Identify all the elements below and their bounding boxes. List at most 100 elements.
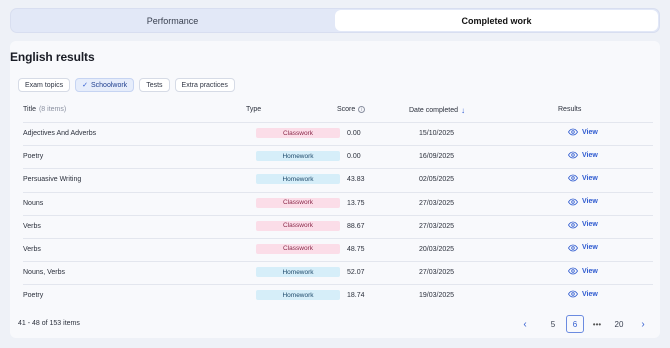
tab-performance[interactable]: Performance bbox=[11, 9, 334, 32]
page-title: English results bbox=[10, 50, 95, 64]
column-type-label: Type bbox=[246, 106, 262, 113]
page-20[interactable]: 20 bbox=[610, 315, 628, 333]
eye-icon bbox=[568, 174, 578, 182]
view-link[interactable]: View bbox=[568, 267, 598, 275]
view-label: View bbox=[582, 290, 598, 298]
row-date: 27/03/2025 bbox=[419, 199, 455, 207]
view-link[interactable]: View bbox=[568, 198, 598, 206]
row-date: 19/03/2025 bbox=[419, 292, 455, 300]
type-badge: Classwork bbox=[256, 220, 340, 231]
column-score: Score i bbox=[337, 106, 366, 113]
eye-icon bbox=[568, 244, 578, 252]
column-type: Type bbox=[246, 106, 261, 113]
view-label: View bbox=[582, 244, 598, 252]
table-footer: 41 - 48 of 153 items ‹ 5 6 ••• 20 › bbox=[18, 315, 652, 333]
filter-exam-topics[interactable]: Exam topics bbox=[18, 78, 71, 92]
filter-tests[interactable]: Tests bbox=[139, 78, 170, 92]
item-range: 41 - 48 of 153 items bbox=[18, 320, 80, 327]
table-row: Nouns Classwork 13.75 27/03/2025 View bbox=[23, 191, 653, 215]
row-date: 20/03/2025 bbox=[419, 245, 455, 253]
row-date: 16/09/2025 bbox=[419, 153, 455, 161]
row-score: 18.74 bbox=[347, 292, 365, 300]
table-row: Nouns, Verbs Homework 52.07 27/03/2025 View bbox=[23, 261, 653, 284]
eye-icon bbox=[568, 198, 578, 205]
view-label: View bbox=[582, 174, 598, 182]
filter-extra-practices[interactable]: Extra practices bbox=[174, 78, 235, 92]
table-row: Adjectives And Adverbs Classwork 0.00 15/10… bbox=[23, 122, 653, 145]
eye-icon bbox=[568, 267, 578, 275]
info-icon[interactable]: i bbox=[358, 106, 366, 113]
row-title: Poetry bbox=[23, 292, 44, 300]
row-date: 15/10/2025 bbox=[419, 130, 455, 137]
type-badge: Classwork bbox=[256, 197, 340, 208]
view-label: View bbox=[582, 151, 598, 159]
item-count: (8 items) bbox=[38, 106, 67, 113]
type-badge: Homework bbox=[256, 267, 340, 278]
filter-label: Exam topics bbox=[25, 81, 64, 89]
row-title: Nouns bbox=[23, 199, 44, 207]
row-date: 02/05/2025 bbox=[419, 176, 455, 184]
table-body: Adjectives And Adverbs Classwork 0.00 15/10… bbox=[23, 122, 653, 308]
next-page-icon[interactable]: › bbox=[634, 315, 652, 333]
row-title: Verbs bbox=[23, 222, 41, 230]
row-score: 13.75 bbox=[347, 199, 365, 207]
column-title-label: Title bbox=[23, 106, 36, 113]
row-score: 0.00 bbox=[347, 130, 361, 137]
row-score: 52.07 bbox=[347, 269, 365, 277]
eye-icon bbox=[568, 290, 578, 298]
eye-icon bbox=[568, 128, 578, 136]
column-date-label: Date completed bbox=[409, 107, 459, 114]
view-tabs: Performance Completed work bbox=[10, 8, 660, 33]
table-row: Poetry Homework 18.74 19/03/2025 View bbox=[23, 284, 653, 307]
view-link[interactable]: View bbox=[568, 151, 598, 159]
row-title: Nouns, Verbs bbox=[23, 269, 66, 277]
page-5[interactable]: 5 bbox=[544, 315, 562, 333]
view-label: View bbox=[582, 198, 598, 206]
type-badge: Classwork bbox=[256, 128, 340, 138]
filter-chips: Exam topics ✓ Schoolwork Tests Extra prac… bbox=[18, 78, 235, 92]
row-title: Verbs bbox=[23, 245, 41, 253]
filter-label: Tests bbox=[146, 81, 163, 89]
table-row: Verbs Classwork 88.67 27/03/2025 View bbox=[23, 214, 653, 238]
type-badge: Homework bbox=[256, 151, 340, 162]
check-icon: ✓ bbox=[82, 82, 88, 89]
row-score: 0.00 bbox=[347, 153, 361, 161]
view-label: View bbox=[582, 128, 598, 136]
table-header: Title (8 items) Type Score i Date comple… bbox=[23, 104, 653, 118]
column-title: Title (8 items) bbox=[23, 106, 66, 113]
type-badge: Homework bbox=[256, 290, 340, 301]
filter-label: Extra practices bbox=[181, 81, 228, 89]
view-link[interactable]: View bbox=[568, 128, 598, 136]
eye-icon bbox=[568, 221, 578, 229]
view-link[interactable]: View bbox=[568, 290, 598, 298]
row-date: 27/03/2025 bbox=[419, 269, 455, 277]
eye-icon bbox=[568, 151, 578, 159]
table-row: Persuasive Writing Homework 43.83 02/05/202… bbox=[23, 168, 653, 191]
row-score: 43.83 bbox=[347, 176, 365, 184]
row-title: Persuasive Writing bbox=[23, 176, 82, 184]
table-row: Poetry Homework 0.00 16/09/2025 View bbox=[23, 145, 653, 168]
row-score: 48.75 bbox=[347, 245, 365, 253]
view-link[interactable]: View bbox=[568, 221, 598, 229]
view-label: View bbox=[582, 267, 598, 275]
prev-page-icon[interactable]: ‹ bbox=[516, 315, 534, 333]
table-row: Verbs Classwork 48.75 20/03/2025 View bbox=[23, 237, 653, 261]
row-title: Adjectives And Adverbs bbox=[23, 130, 97, 137]
column-results: Results bbox=[558, 106, 581, 113]
sort-down-icon[interactable]: ↓ bbox=[461, 106, 465, 115]
tab-completed-work[interactable]: Completed work bbox=[335, 10, 658, 31]
view-link[interactable]: View bbox=[568, 174, 598, 182]
row-date: 27/03/2025 bbox=[419, 222, 455, 230]
results-card: English results Exam topics ✓ Schoolwork … bbox=[10, 41, 660, 338]
pagination: ‹ 5 6 ••• 20 › bbox=[512, 315, 652, 333]
filter-label: Schoolwork bbox=[91, 81, 128, 89]
type-badge: Classwork bbox=[256, 243, 340, 254]
filter-schoolwork[interactable]: ✓ Schoolwork bbox=[75, 78, 135, 92]
column-score-label: Score bbox=[337, 106, 356, 113]
page-ellipsis: ••• bbox=[592, 319, 602, 329]
view-link[interactable]: View bbox=[568, 244, 598, 252]
page-6[interactable]: 6 bbox=[566, 315, 584, 333]
column-date[interactable]: Date completed ↓ bbox=[409, 106, 465, 115]
view-label: View bbox=[582, 221, 598, 229]
row-score: 88.67 bbox=[347, 222, 365, 230]
